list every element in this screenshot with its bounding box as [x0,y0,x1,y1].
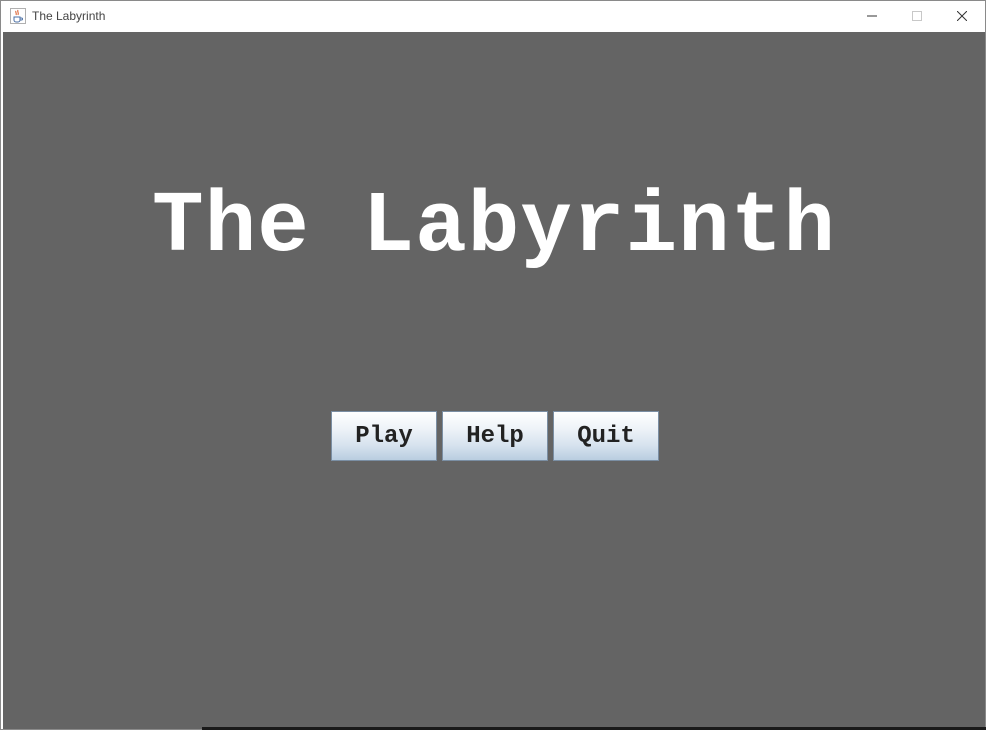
minimize-icon [867,15,877,17]
quit-button[interactable]: Quit [553,411,659,461]
minimize-button[interactable] [849,1,895,31]
help-button[interactable]: Help [442,411,548,461]
close-button[interactable] [939,1,985,31]
maximize-icon [912,11,922,21]
close-icon [957,11,967,21]
window-title: The Labyrinth [32,9,106,23]
maximize-button[interactable] [894,1,940,31]
title-bar[interactable]: The Labyrinth [1,1,985,31]
play-button[interactable]: Play [331,411,437,461]
java-coffee-cup-icon [10,8,26,24]
app-window: The Labyrinth The Labyrinth Play Help Qu… [0,0,986,730]
game-title: The Labyrinth [152,178,836,276]
game-panel: The Labyrinth Play Help Quit [3,32,985,729]
